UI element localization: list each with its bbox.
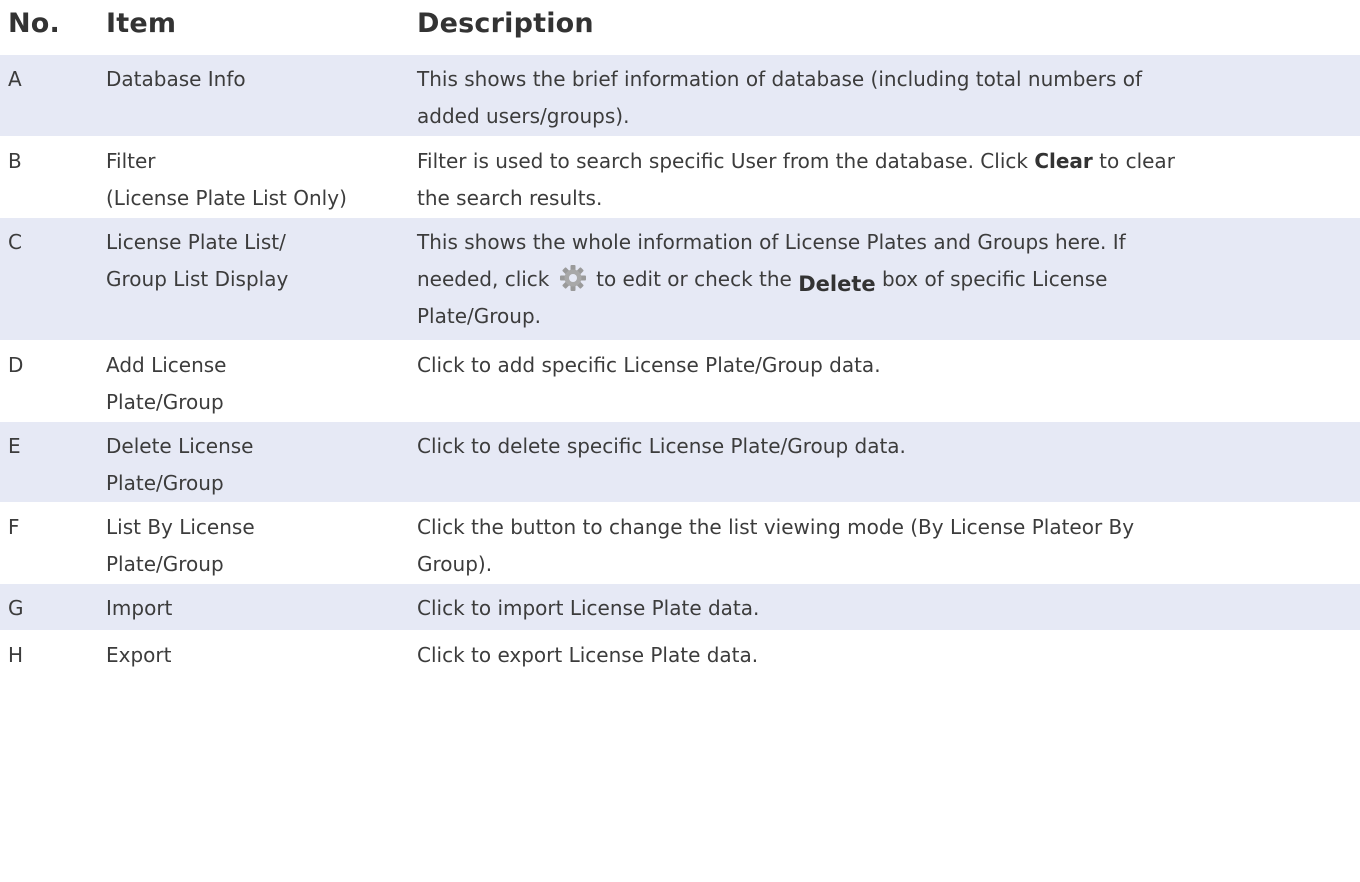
row-item: License Plate List/ Group List Display xyxy=(106,218,411,298)
row-description-line: Click to import License Plate data. xyxy=(417,596,760,620)
row-no: G xyxy=(8,596,24,620)
row-item-line: Plate/Group xyxy=(106,390,224,414)
row-description: This shows the whole information of Lice… xyxy=(417,218,1352,335)
row-description-line: Filter is used to search specific User f… xyxy=(417,143,1352,180)
table-row: A Database Info This shows the brief inf… xyxy=(0,54,1360,136)
row-description-line: Click to export License Plate data. xyxy=(417,643,759,667)
desc-text: box of specific License xyxy=(875,267,1108,291)
row-item-line: (License Plate List Only) xyxy=(106,186,347,210)
table-row: D Add License Plate/Group Click to add s… xyxy=(0,340,1360,421)
table-header: No. Item Description xyxy=(0,0,1360,54)
row-item-line: Export xyxy=(106,643,172,667)
row-item-line: Database Info xyxy=(106,67,246,91)
row-item-line: List By License xyxy=(106,515,255,539)
desc-text: needed, click xyxy=(417,267,556,291)
table-row: G Import Click to import License Plate d… xyxy=(0,583,1360,630)
row-item: Import xyxy=(106,584,411,627)
row-description: Click to import License Plate data. xyxy=(417,584,1352,627)
desc-text: to clear xyxy=(1092,149,1175,173)
row-item-line: Plate/Group xyxy=(106,552,224,576)
desc-text: to edit or check the xyxy=(589,267,799,291)
row-item-line: Add License xyxy=(106,353,227,377)
row-description: Click to delete specific License Plate/G… xyxy=(417,422,1352,465)
row-item-line: Plate/Group xyxy=(106,471,224,495)
header-no: No. xyxy=(8,8,61,39)
row-item: Database Info xyxy=(106,55,411,98)
row-no: D xyxy=(8,353,24,377)
row-description-line: Group). xyxy=(417,552,493,576)
row-description: Filter is used to search specific User f… xyxy=(417,137,1352,217)
header-item: Item xyxy=(106,8,177,39)
row-item-line: Delete License xyxy=(106,434,254,458)
row-description-line: This shows the brief information of data… xyxy=(417,67,1142,91)
row-item-line: License Plate List/ xyxy=(106,230,286,254)
row-item: List By License Plate/Group xyxy=(106,503,411,583)
row-no: B xyxy=(8,149,22,173)
row-description: Click the button to change the list view… xyxy=(417,503,1352,583)
row-description: Click to export License Plate data. xyxy=(417,631,1352,674)
delete-keyword: Delete xyxy=(798,272,876,296)
row-no: E xyxy=(8,434,21,458)
row-description-line: Click the button to change the list view… xyxy=(417,515,1135,539)
table-row: H Export Click to export License Plate d… xyxy=(0,630,1360,677)
row-item: Delete License Plate/Group xyxy=(106,422,411,502)
row-description-line: added users/groups). xyxy=(417,104,630,128)
table-row: F List By License Plate/Group Click the … xyxy=(0,502,1360,583)
gear-icon xyxy=(558,263,588,293)
row-no: A xyxy=(8,67,22,91)
table-row: C License Plate List/ Group List Display… xyxy=(0,217,1360,340)
row-item: Filter (License Plate List Only) xyxy=(106,137,411,217)
desc-text: Filter is used to search specific User f… xyxy=(417,149,1035,173)
row-item: Add License Plate/Group xyxy=(106,341,411,421)
row-description-line: needed, click to edit or check the Delet… xyxy=(417,261,1352,298)
row-description-line: Click to delete specific License Plate/G… xyxy=(417,434,906,458)
row-description-line: Click to add specific License Plate/Grou… xyxy=(417,353,881,377)
description-table: No. Item Description A Database Info Thi… xyxy=(0,0,1360,677)
row-description: This shows the brief information of data… xyxy=(417,55,1352,135)
row-item-line: Group List Display xyxy=(106,267,289,291)
row-item-line: Filter xyxy=(106,149,156,173)
row-description-line: the search results. xyxy=(417,186,603,210)
row-description-line: This shows the whole information of Lice… xyxy=(417,230,1126,254)
row-item-line: Import xyxy=(106,596,173,620)
row-no: C xyxy=(8,230,22,254)
row-no: H xyxy=(8,643,24,667)
row-no: F xyxy=(8,515,20,539)
row-description-line: Plate/Group. xyxy=(417,304,542,328)
row-description: Click to add specific License Plate/Grou… xyxy=(417,341,1352,384)
clear-keyword: Clear xyxy=(1034,149,1093,173)
table-row: B Filter (License Plate List Only) Filte… xyxy=(0,136,1360,217)
table-row: E Delete License Plate/Group Click to de… xyxy=(0,421,1360,502)
header-description: Description xyxy=(417,8,594,39)
row-item: Export xyxy=(106,631,411,674)
